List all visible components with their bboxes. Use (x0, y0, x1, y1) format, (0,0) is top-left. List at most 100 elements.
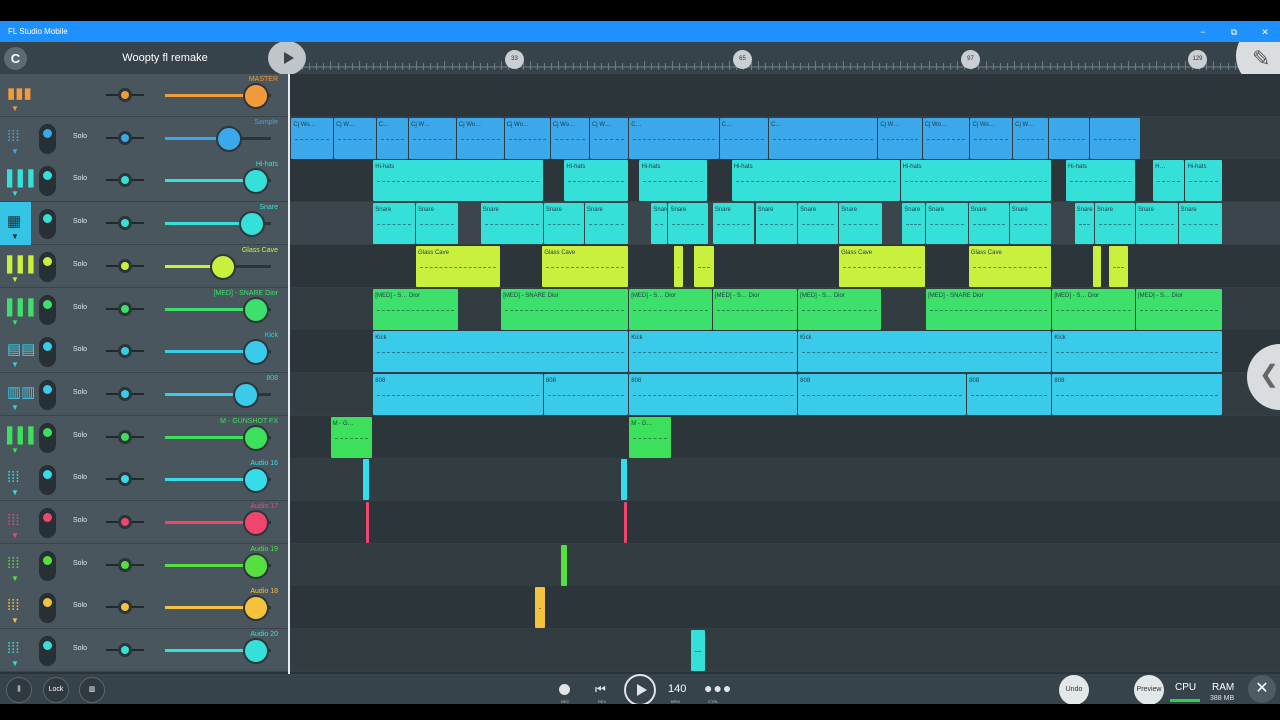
volume-knob[interactable] (210, 253, 237, 280)
pattern-clip[interactable]: 808 (543, 373, 629, 415)
track-header[interactable]: ⁞⁞⁞ ▼ Solo Sample (0, 116, 288, 160)
mute-toggle[interactable] (39, 422, 56, 453)
solo-button[interactable]: Solo (73, 133, 87, 140)
pattern-clip[interactable]: C… (629, 117, 719, 159)
mute-toggle[interactable] (39, 379, 56, 410)
track-lane[interactable]: 808 808 808 808 808 808 (288, 372, 1280, 416)
track-lane[interactable]: M - G… M - G… (288, 415, 1280, 459)
pattern-clip[interactable] (363, 459, 369, 501)
pattern-clip[interactable]: C… (719, 117, 769, 159)
undo-button[interactable]: Undo (1059, 675, 1089, 704)
fl-menu-button[interactable]: C (4, 47, 27, 70)
mute-toggle[interactable] (39, 550, 56, 581)
more-dots-icon[interactable]: ●●● (704, 680, 732, 696)
volume-knob[interactable] (243, 339, 270, 366)
solo-button[interactable]: Solo (73, 474, 87, 481)
pan-knob[interactable] (118, 472, 132, 487)
track-instrument-button[interactable]: ⁞⁞⁞ ▼ (0, 458, 31, 501)
pan-knob[interactable] (118, 643, 132, 658)
pattern-clip[interactable]: Cj Wo… (922, 117, 970, 159)
pattern-clip[interactable]: Cj Wo… (456, 117, 504, 159)
track-instrument-button[interactable]: ⁞⁞⁞ ▼ (0, 629, 31, 672)
bar-marker[interactable]: 33 (505, 50, 524, 69)
pattern-clip[interactable]: Glass Cave (968, 245, 1052, 287)
pan-knob[interactable] (118, 557, 132, 572)
track-header[interactable]: ▦ ▼ Solo Snare (0, 202, 288, 246)
pattern-clip[interactable]: Hi-hats (373, 160, 543, 202)
solo-button[interactable]: Solo (73, 175, 87, 182)
pattern-clip[interactable]: Hi-hats (564, 160, 629, 202)
pattern-clip[interactable]: Cj Wo… (970, 117, 1013, 159)
track-lane[interactable]: SnareSnareSnareSnareSnareSnareSnareSnare… (288, 202, 1280, 246)
pattern-clip[interactable]: Snare (926, 203, 968, 245)
pattern-clip[interactable]: Snare (1074, 203, 1095, 245)
pattern-clip[interactable]: Kick (1052, 331, 1222, 373)
pattern-clip[interactable]: Cj W… (878, 117, 922, 159)
pattern-clip[interactable]: Glass Cave (839, 245, 926, 287)
volume-knob[interactable] (238, 211, 265, 238)
track-header[interactable]: ⁞⁞⁞ ▼ Solo Audio 19 (0, 543, 288, 587)
pattern-clip[interactable]: Glass Cave (415, 245, 501, 287)
track-instrument-button[interactable]: ⁞⁞⁞ ▼ (0, 544, 31, 587)
track-lane[interactable]: Glass Cave Glass Cave Glass Cave Glass Cave (288, 244, 1280, 288)
pan-knob[interactable] (118, 258, 132, 273)
pattern-clip[interactable]: [MED] - S… Dior (798, 288, 881, 330)
pattern-clip[interactable]: Snare (1178, 203, 1223, 245)
track-header[interactable]: ⁞⁞⁞ ▼ Solo Audio 16 (0, 458, 288, 502)
mute-toggle[interactable] (39, 294, 56, 325)
volume-knob[interactable] (243, 552, 270, 579)
volume-knob[interactable] (243, 424, 270, 451)
pattern-clip[interactable]: Kick (798, 331, 1052, 373)
pattern-clip[interactable]: Cj Wo… (550, 117, 589, 159)
pattern-clip[interactable]: [MED] - S… Dior (373, 288, 458, 330)
bar-marker[interactable]: 129 (1188, 50, 1207, 69)
mute-toggle[interactable] (39, 337, 56, 368)
pattern-clip[interactable]: [MED] - S… Dior (1136, 288, 1223, 330)
track-header[interactable]: ⁞⁞⁞ ▼ Solo Audio 20 (0, 629, 288, 673)
mute-toggle[interactable] (39, 593, 56, 624)
playhead[interactable] (288, 74, 290, 674)
pattern-clip[interactable]: Snare (968, 203, 1009, 245)
track-header[interactable]: ⁞⁞⁞ ▼ Solo Audio 18 (0, 586, 288, 630)
pattern-clip[interactable]: Snare (543, 203, 584, 245)
track-header[interactable]: ▌▌▌ ▼ Solo [MED] - SNARE Dior (0, 287, 288, 331)
pattern-clip[interactable]: [MED] - S… Dior (1052, 288, 1135, 330)
mute-toggle[interactable] (39, 209, 56, 240)
track-header[interactable]: ▮▮▮ ▼ MASTER (0, 74, 288, 117)
bar-marker[interactable]: 65 (733, 50, 752, 69)
track-lane[interactable] (288, 543, 1280, 587)
pattern-clip[interactable]: 808 (798, 373, 967, 415)
pattern-clip[interactable]: Cj W… (334, 117, 376, 159)
pattern-clip[interactable]: [MED] - S… Dior (629, 288, 712, 330)
pan-knob[interactable] (118, 515, 132, 529)
pattern-clip[interactable]: Hi-hats (1185, 160, 1222, 202)
pattern-clip[interactable]: 808 (629, 373, 798, 415)
pattern-clip[interactable]: Snare (902, 203, 926, 245)
pattern-clip[interactable]: Cj Wo… (504, 117, 550, 159)
pan-knob[interactable] (118, 88, 132, 102)
solo-button[interactable]: Solo (73, 432, 87, 439)
pattern-clip[interactable]: [MED] - S… Dior (712, 288, 798, 330)
pattern-clip[interactable]: Hi-hats (639, 160, 707, 202)
minimize-button[interactable]: − (1196, 25, 1210, 39)
volume-knob[interactable] (243, 83, 270, 109)
pattern-clip[interactable] (673, 245, 683, 287)
pan-knob[interactable] (118, 173, 132, 188)
track-header[interactable]: ▌▌▌ ▼ Solo Hi-hats (0, 159, 288, 203)
pattern-clip[interactable] (624, 502, 627, 543)
piano-button[interactable]: ▥ (79, 677, 105, 703)
solo-button[interactable]: Solo (73, 304, 87, 311)
mute-toggle[interactable] (39, 636, 56, 667)
solo-button[interactable]: Solo (73, 346, 87, 353)
track-lane[interactable]: [MED] - S… Dior [MED] - SNARE Dior [MED] -… (288, 287, 1280, 331)
solo-button[interactable]: Solo (73, 389, 87, 396)
pattern-clip[interactable]: Snare (373, 203, 415, 245)
mute-toggle[interactable] (39, 465, 56, 496)
play-button[interactable] (268, 42, 306, 75)
pattern-clip[interactable] (366, 502, 369, 543)
solo-button[interactable]: Solo (73, 218, 87, 225)
track-header[interactable]: ⁞⁞⁞ ▼ Solo Audio 17 (0, 501, 288, 544)
pattern-clip[interactable]: 808 (373, 373, 543, 415)
mute-toggle[interactable] (39, 251, 56, 282)
solo-button[interactable]: Solo (73, 261, 87, 268)
